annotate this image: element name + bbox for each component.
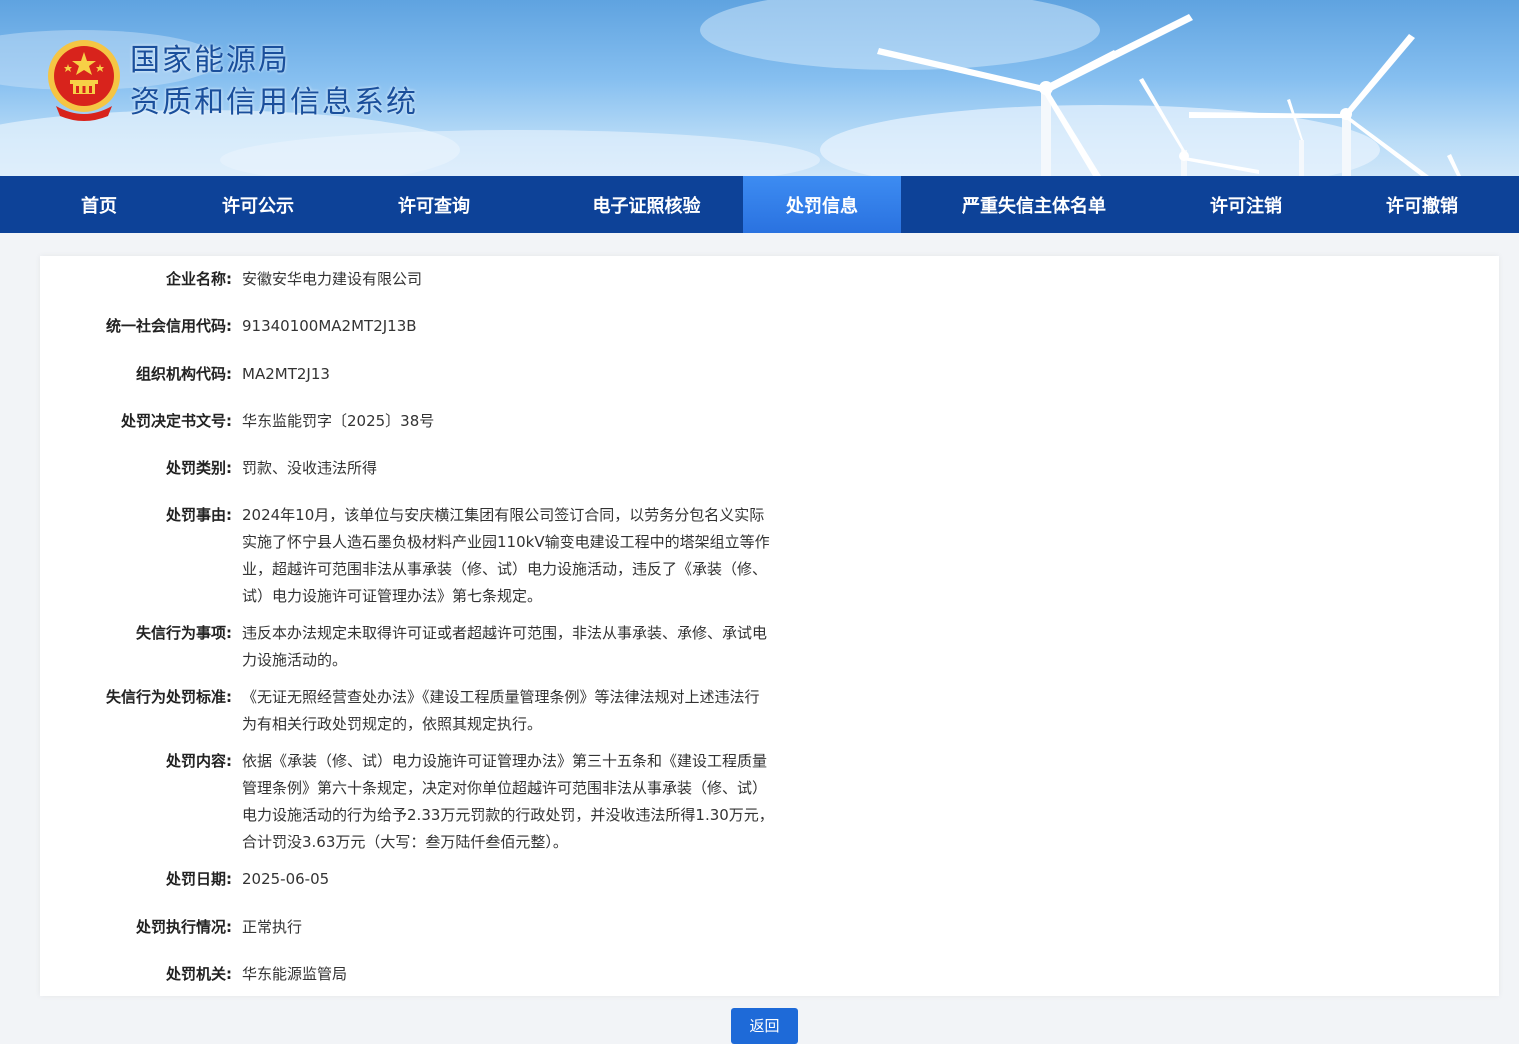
field-value: 91340100MA2MT2J13B — [242, 317, 417, 335]
field-dishonest-matter: 失信行为事项: 违反本办法规定未取得许可证或者超越许可范围，非法从事承装、承修、… — [40, 620, 774, 674]
field-value: 违反本办法规定未取得许可证或者超越许可范围，非法从事承装、承修、承试电力设施活动… — [242, 624, 768, 669]
nav-item-license-notice[interactable]: 许可公示 — [198, 176, 318, 233]
field-value: 《无证无照经营查处办法》《建设工程质量管理条例》等法律法规对上述违法行为有相关行… — [242, 688, 760, 733]
field-value: 依据《承装（修、试）电力设施许可证管理办法》第三十五条和《建设工程质量管理条例》… — [242, 752, 774, 851]
field-value: MA2MT2J13 — [242, 365, 330, 383]
field-label: 组织机构代码: — [136, 365, 232, 383]
nav-item-home[interactable]: 首页 — [0, 176, 198, 233]
field-value: 华东监能罚字〔2025〕38号 — [242, 412, 435, 430]
field-label: 失信行为事项: — [136, 624, 232, 642]
nav-item-penalty-info[interactable]: 处罚信息 — [743, 176, 901, 233]
field-label: 企业名称: — [166, 270, 232, 288]
field-label: 处罚决定书文号: — [121, 412, 232, 430]
field-value: 华东能源监管局 — [242, 965, 348, 983]
site-title-line2: 资质和信用信息系统 — [130, 85, 418, 120]
penalty-detail-panel: 企业名称: 安徽安华电力建设有限公司 统一社会信用代码: 91340100MA2… — [40, 256, 1499, 996]
field-penalty-reason: 处罚事由: 2024年10月，该单位与安庆横江集团有限公司签订合同，以劳务分包名… — [40, 502, 774, 610]
national-emblem-icon — [48, 40, 120, 121]
wind-turbines-illustration — [877, 14, 1461, 176]
field-penalty-standard: 失信行为处罚标准: 《无证无照经营查处办法》《建设工程质量管理条例》等法律法规对… — [40, 684, 774, 738]
field-value: 罚款、没收违法所得 — [242, 459, 378, 477]
back-button[interactable]: 返回 — [731, 1008, 798, 1044]
field-label: 处罚执行情况: — [136, 918, 232, 936]
field-label: 处罚类别: — [166, 459, 232, 477]
field-value: 安徽安华电力建设有限公司 — [242, 270, 423, 288]
site-title: 国家能源局 资质和信用信息系统 — [130, 40, 418, 124]
field-value: 正常执行 — [242, 918, 303, 936]
field-penalty-authority: 处罚机关: 华东能源监管局 — [40, 961, 774, 988]
field-label: 处罚内容: — [166, 752, 232, 770]
field-decision-number: 处罚决定书文号: 华东监能罚字〔2025〕38号 — [40, 408, 774, 435]
field-label: 处罚日期: — [166, 870, 232, 888]
field-label: 统一社会信用代码: — [106, 317, 232, 335]
site-header: 国家能源局 资质和信用信息系统 — [0, 0, 1519, 176]
field-label: 失信行为处罚标准: — [106, 688, 232, 706]
nav-item-dishonest-list[interactable]: 严重失信主体名单 — [901, 176, 1167, 233]
nav-item-license-cancel[interactable]: 许可注销 — [1167, 176, 1325, 233]
nav-item-e-license-verify[interactable]: 电子证照核验 — [550, 176, 743, 233]
main-nav: 首页 许可公示 许可查询 电子证照核验 处罚信息 严重失信主体名单 许可注销 许… — [0, 176, 1519, 233]
field-penalty-type: 处罚类别: 罚款、没收违法所得 — [40, 455, 774, 482]
field-penalty-content: 处罚内容: 依据《承装（修、试）电力设施许可证管理办法》第三十五条和《建设工程质… — [40, 748, 774, 856]
field-credit-code: 统一社会信用代码: 91340100MA2MT2J13B — [40, 313, 774, 340]
field-execution-status: 处罚执行情况: 正常执行 — [40, 914, 774, 941]
nav-item-license-revoke[interactable]: 许可撤销 — [1325, 176, 1519, 233]
field-penalty-date: 处罚日期: 2025-06-05 — [40, 866, 774, 893]
nav-item-license-query[interactable]: 许可查询 — [318, 176, 550, 233]
field-org-code: 组织机构代码: MA2MT2J13 — [40, 361, 774, 388]
field-value: 2024年10月，该单位与安庆横江集团有限公司签订合同，以劳务分包名义实际实施了… — [242, 506, 770, 605]
field-value: 2025-06-05 — [242, 870, 330, 888]
site-title-line1: 国家能源局 — [130, 43, 290, 78]
field-company-name: 企业名称: 安徽安华电力建设有限公司 — [40, 266, 774, 293]
field-label: 处罚机关: — [166, 965, 232, 983]
field-label: 处罚事由: — [166, 506, 232, 524]
